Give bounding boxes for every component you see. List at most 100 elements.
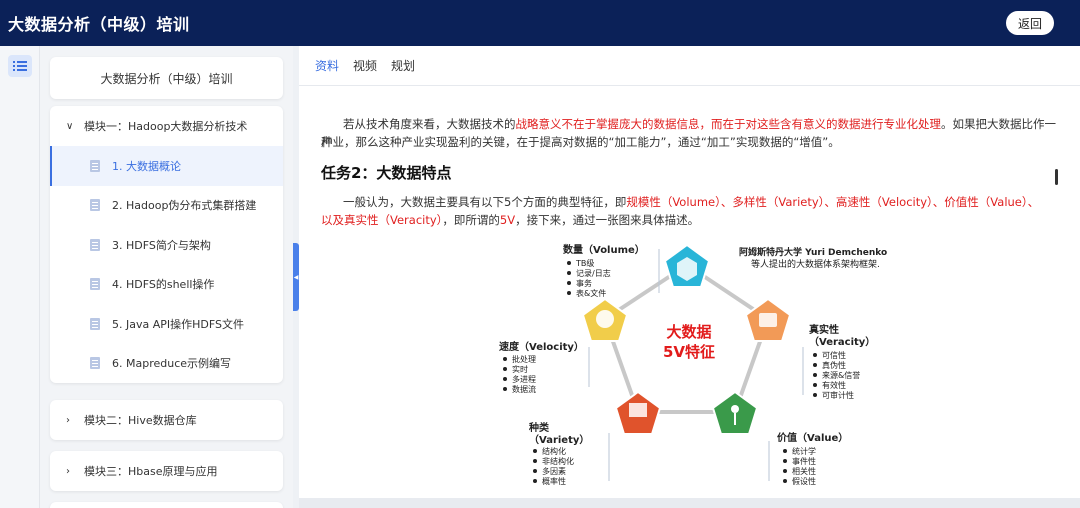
- module-card-1: ∨ 模块一：Hadoop大数据分析技术 1. 大数据概论 2. Hadoop伪分…: [50, 106, 283, 383]
- left-rail: [0, 46, 40, 508]
- globe-icon: [596, 310, 614, 328]
- value-item: 事件性: [792, 456, 816, 466]
- document-icon: [90, 278, 100, 291]
- document-icon: [90, 317, 100, 330]
- module-header-3[interactable]: › 模块三：Hbase原理与应用: [50, 451, 283, 491]
- text-run: ，接下来，通过一张图来具体描述。: [515, 213, 700, 227]
- volume-item: 记录/日志: [576, 268, 611, 278]
- value-item: 相关性: [792, 466, 816, 476]
- module-header-1[interactable]: ∨ 模块一：Hadoop大数据分析技术: [50, 106, 283, 146]
- lesson-item-4[interactable]: 4. HDFS的shell操作: [50, 265, 283, 305]
- app-title: 大数据分析（中级）培训: [8, 15, 190, 34]
- list-icon: [13, 61, 27, 71]
- lesson-item-5[interactable]: 5. Java API操作HDFS文件: [50, 304, 283, 344]
- veracity-item: 可信性: [822, 350, 846, 360]
- highlight-text: 规模性（Volume）、多样性（Variety）、高速性（Velocity）、价…: [626, 195, 1040, 209]
- document-icon: [90, 238, 100, 251]
- velocity-item: 批处理: [512, 354, 536, 364]
- center-label-line1: 大数据: [666, 323, 711, 341]
- source-note-line1: 阿姆斯特丹大学 Yuri Demchenko: [739, 246, 887, 258]
- veracity-item: 可审计性: [822, 390, 854, 400]
- person-icon: [731, 405, 739, 413]
- main-panel: 资料 视频 规划 若从技术角度来看，大数据技术的战略意义不在于掌握庞大的数据信息…: [299, 46, 1080, 508]
- velocity-item: 数据流: [512, 384, 536, 394]
- document-icon: [90, 357, 100, 370]
- variety-node: [614, 390, 662, 435]
- value-node: [711, 390, 759, 435]
- document-icon: [90, 199, 100, 212]
- scrollbar-thumb[interactable]: [1055, 169, 1058, 185]
- source-note-line2: 等人提出的大数据体系架构框架.: [751, 258, 880, 270]
- variety-title-line1: 种类: [528, 421, 549, 434]
- catalog-toggle-button[interactable]: [8, 55, 32, 77]
- veracity-item: 真伪性: [822, 360, 846, 370]
- value-item: 假设性: [792, 476, 816, 486]
- volume-node: [663, 243, 711, 288]
- volume-item: 表&文件: [576, 288, 606, 298]
- document-icon: [90, 159, 100, 172]
- volume-title: 数量（Volume）: [563, 243, 645, 256]
- velocity-title: 速度（Velocity）: [499, 340, 584, 353]
- velocity-item: 实时: [512, 364, 528, 374]
- value-item: 统计学: [792, 446, 816, 456]
- volume-item: 事务: [576, 278, 592, 288]
- bottom-strip: [299, 498, 1080, 508]
- veracity-title-line2: （Veracity）: [809, 335, 875, 348]
- lesson-label: 1. 大数据概论: [112, 159, 181, 173]
- veracity-item: 来源&信誉: [822, 370, 860, 380]
- veracity-node: [744, 297, 792, 342]
- tab-plan[interactable]: 规划: [391, 57, 415, 74]
- variety-title-line2: （Variety）: [529, 433, 589, 446]
- chevron-down-icon: ∨: [66, 120, 74, 132]
- top-bar: 大数据分析（中级）培训 返回: [0, 0, 1080, 46]
- lesson-label: 3. HDFS简介与架构: [112, 238, 211, 252]
- tab-materials[interactable]: 资料: [315, 57, 339, 74]
- highlight-text: 战略意义不在于掌握庞大的数据信息，而在于对这些含有意义的数据进行专业化处理: [515, 117, 942, 131]
- content-tabs: 资料 视频 规划: [299, 46, 1080, 86]
- velocity-item: 多进程: [512, 374, 536, 384]
- text-run: 一般认为，大数据主要具有以下5个方面的典型特征，即: [343, 195, 627, 209]
- module-card-2: › 模块二：Hive数据仓库: [50, 400, 283, 440]
- caret-left-icon: ◀: [293, 273, 299, 281]
- section-heading: 任务2：大数据特点: [321, 164, 452, 182]
- center-label-line2: 5V特征: [663, 343, 715, 361]
- module-card-4: [50, 502, 283, 508]
- paragraph-2-line-2: 以及真实性（Veracity），即所谓的5V，接下来，通过一张图来具体描述。: [321, 211, 1061, 229]
- highlight-text: 以及真实性（Veracity）: [321, 213, 443, 227]
- monitor-icon: [629, 403, 647, 417]
- lesson-label: 6. Mapreduce示例编写: [112, 357, 232, 371]
- briefcase-icon: [759, 313, 777, 327]
- lesson-item-6[interactable]: 6. Mapreduce示例编写: [50, 344, 283, 384]
- course-title: 大数据分析（中级）培训: [50, 57, 283, 99]
- variety-item: 概率性: [542, 476, 566, 486]
- lesson-label: 4. HDFS的shell操作: [112, 278, 215, 292]
- lesson-item-1[interactable]: 1. 大数据概论: [50, 146, 283, 186]
- module-label: 模块二：Hive数据仓库: [84, 414, 197, 427]
- variety-item: 非结构化: [542, 456, 574, 466]
- value-title: 价值（Value）: [777, 431, 848, 444]
- variety-item: 结构化: [542, 446, 566, 456]
- module-card-3: › 模块三：Hbase原理与应用: [50, 451, 283, 491]
- document-content: 若从技术角度来看，大数据技术的战略意义不在于掌握庞大的数据信息，而在于对这些含有…: [299, 87, 1080, 499]
- module-label: 模块一：Hadoop大数据分析技术: [84, 120, 248, 133]
- paragraph-2: 一般认为，大数据主要具有以下5个方面的典型特征，即规模性（Volume）、多样性…: [321, 193, 1061, 211]
- lesson-label: 5. Java API操作HDFS文件: [112, 317, 244, 331]
- veracity-item: 有效性: [822, 380, 846, 390]
- tab-video[interactable]: 视频: [353, 57, 377, 74]
- lesson-item-3[interactable]: 3. HDFS简介与架构: [50, 225, 283, 265]
- chevron-right-icon: ›: [66, 465, 70, 477]
- text-run: 若从技术角度来看，大数据技术的: [343, 117, 516, 131]
- 5v-diagram: 大数据 5V特征 阿姆斯特丹大学 Yuri Demchenko 等人提出的大数据…: [499, 243, 887, 486]
- back-button[interactable]: 返回: [1006, 11, 1054, 35]
- module-header-2[interactable]: › 模块二：Hive数据仓库: [50, 400, 283, 440]
- chevron-right-icon: ›: [66, 414, 70, 426]
- text-run: ，即所谓的: [442, 213, 500, 227]
- lesson-item-2[interactable]: 2. Hadoop伪分布式集群搭建: [50, 186, 283, 226]
- volume-item: TB级: [575, 258, 594, 268]
- module-label: 模块三：Hbase原理与应用: [84, 465, 218, 478]
- course-sidebar: 大数据分析（中级）培训 ∨ 模块一：Hadoop大数据分析技术 1. 大数据概论…: [40, 46, 293, 508]
- paragraph-1-line-2: 产业，那么这种产业实现盈利的关键，在于提高对数据的“加工能力”，通过“加工”实现…: [321, 135, 840, 149]
- variety-item: 多因素: [542, 466, 566, 476]
- veracity-title-line1: 真实性: [809, 323, 839, 336]
- highlight-text: 5V: [499, 213, 516, 227]
